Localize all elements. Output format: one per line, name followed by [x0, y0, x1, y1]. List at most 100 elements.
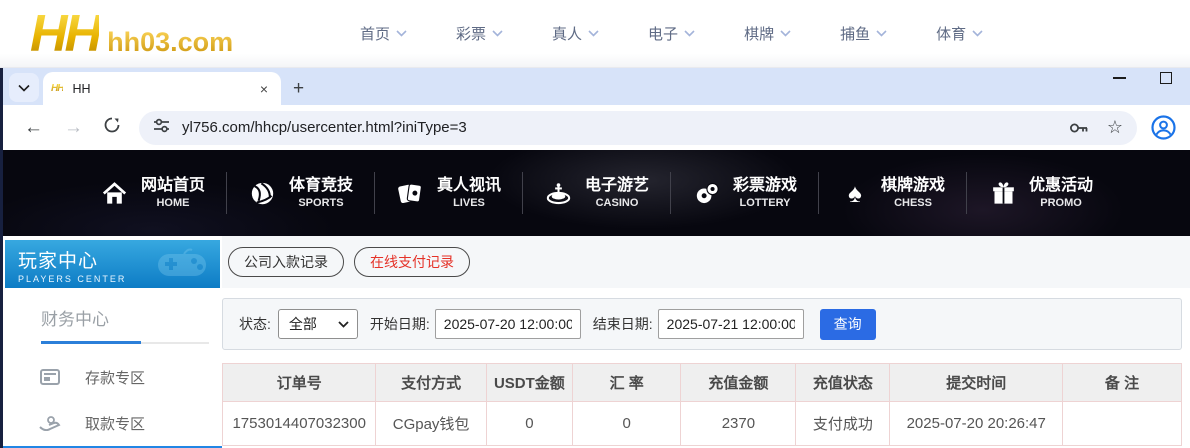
main-nav-zh: 网站首页	[141, 176, 205, 196]
chevron-down-icon	[780, 30, 791, 37]
tab-favicon-icon: HH	[51, 83, 63, 94]
status-select-value: 全部	[289, 314, 317, 334]
bookmark-star-icon[interactable]: ☆	[1107, 117, 1123, 138]
reload-button[interactable]	[103, 116, 121, 139]
logo-domain: hh03.com	[107, 27, 233, 58]
end-date-label: 结束日期:	[593, 314, 653, 334]
forward-button[interactable]: →	[64, 118, 83, 137]
main-nav-en: HOME	[141, 196, 205, 210]
col-payment-method: 支付方式	[376, 364, 486, 402]
main-nav-promo[interactable]: 优惠活动 PROMO	[967, 176, 1114, 210]
col-recharge-amount: 充值金额	[681, 364, 796, 402]
main-nav-en: CASINO	[585, 196, 649, 210]
chevron-down-icon	[588, 30, 599, 37]
main-nav-en: PROMO	[1029, 196, 1093, 210]
main-nav-lives[interactable]: 真人视讯 LIVES	[375, 176, 522, 210]
site-logo[interactable]: HH hh03.com	[30, 4, 233, 64]
section-divider	[41, 342, 209, 344]
close-tab-icon[interactable]: ×	[255, 80, 273, 98]
main-nav-en: CHESS	[881, 196, 945, 210]
chevron-down-icon	[338, 321, 349, 328]
banner-nav-live[interactable]: 真人	[552, 23, 599, 44]
banner-nav-fishing[interactable]: 捕鱼	[840, 23, 887, 44]
site-info-icon[interactable]	[153, 117, 170, 139]
sports-ball-icon	[248, 178, 278, 208]
cell-exchange-rate: 0	[573, 402, 681, 446]
browser-tab[interactable]: HH HH ×	[43, 72, 281, 105]
back-button[interactable]: ←	[24, 118, 43, 137]
search-button[interactable]: 查询	[820, 309, 876, 340]
tab-online-payment-records[interactable]: 在线支付记录	[354, 247, 470, 277]
cell-recharge-status: 支付成功	[796, 402, 890, 446]
finance-section-title: 财务中心	[41, 305, 222, 330]
chevron-down-icon	[18, 84, 30, 92]
main-nav-lottery[interactable]: 彩票游戏 LOTTERY	[671, 176, 818, 210]
sidebar-item-withdraw[interactable]: 取款专区	[3, 400, 222, 446]
main-nav-zh: 棋牌游戏	[881, 176, 945, 196]
sidebar: 玩家中心 PLAYERS CENTER 财务中心	[3, 236, 222, 448]
banner-nav: 首页 彩票 真人 电子 棋牌 捕鱼 体育	[360, 0, 983, 67]
finance-section: 财务中心	[3, 288, 222, 344]
new-tab-button[interactable]: +	[293, 79, 304, 98]
main-nav-en: SPORTS	[289, 196, 353, 210]
payment-records-table: 订单号 支付方式 USDT金额 汇 率 充值金额 充值状态 提交时间 备 注 1…	[222, 363, 1182, 446]
window-controls	[1113, 72, 1172, 84]
lottery-balls-icon	[692, 178, 722, 208]
minimize-button[interactable]	[1113, 77, 1126, 79]
banner-nav-home[interactable]: 首页	[360, 23, 407, 44]
chevron-down-icon	[396, 30, 407, 37]
main-nav-casino[interactable]: 电子游艺 CASINO	[523, 176, 670, 210]
sidebar-item-label: 取款专区	[85, 413, 145, 434]
start-date-label: 开始日期:	[370, 314, 430, 334]
sidebar-item-label: 存款专区	[85, 367, 145, 388]
cell-remark	[1063, 402, 1182, 446]
site-main-nav: 网站首页 HOME 体育竞技 SPORTS	[3, 150, 1190, 236]
end-date-input[interactable]	[658, 309, 804, 339]
status-label: 状态:	[239, 314, 271, 334]
main-nav-zh: 真人视讯	[437, 176, 501, 196]
browser-tabstrip: HH HH × +	[3, 68, 1190, 105]
browser-toolbar: ← → yl756.com/hhcp/usercenter.html?iniTy…	[3, 105, 1190, 150]
sidebar-item-deposit[interactable]: 存款专区	[3, 354, 222, 400]
chevron-down-icon	[876, 30, 887, 37]
spade-icon: ♠	[840, 178, 870, 208]
url-text[interactable]: yl756.com/hhcp/usercenter.html?iniType=3	[182, 119, 1051, 136]
banner-nav-sports[interactable]: 体育	[936, 23, 983, 44]
site-banner: HH hh03.com 首页 彩票 真人 电子 棋牌 捕鱼 体育	[0, 0, 1190, 68]
col-submit-time: 提交时间	[890, 364, 1063, 402]
tab-company-deposit-records[interactable]: 公司入款记录	[228, 247, 344, 277]
filter-panel: 状态: 全部 开始日期: 结束日期: 查询	[222, 298, 1182, 350]
banner-nav-label: 彩票	[456, 23, 486, 44]
password-key-icon[interactable]	[1069, 121, 1089, 135]
main-panel: 公司入款记录 在线支付记录 状态: 全部 开始日期: 结束日期: 查询 订单号	[222, 236, 1190, 448]
main-nav-chess[interactable]: ♠ 棋牌游戏 CHESS	[819, 176, 966, 210]
cell-usdt-amount: 0	[486, 402, 572, 446]
tab-search-button[interactable]	[9, 73, 39, 102]
main-nav-sports[interactable]: 体育竞技 SPORTS	[227, 176, 374, 210]
browser-window: HH HH × + ← →	[0, 68, 1190, 448]
start-date-input[interactable]	[435, 309, 581, 339]
banner-nav-lottery[interactable]: 彩票	[456, 23, 503, 44]
main-nav-zh: 体育竞技	[289, 176, 353, 196]
deposit-machine-icon	[39, 369, 61, 385]
roulette-icon	[544, 178, 574, 208]
banner-nav-slots[interactable]: 电子	[648, 23, 695, 44]
maximize-button[interactable]	[1160, 72, 1172, 84]
banner-nav-label: 体育	[936, 23, 966, 44]
col-remark: 备 注	[1063, 364, 1182, 402]
playing-cards-icon	[396, 178, 426, 208]
gift-icon	[988, 178, 1018, 208]
banner-nav-chess[interactable]: 棋牌	[744, 23, 791, 44]
col-recharge-status: 充值状态	[796, 364, 890, 402]
profile-avatar[interactable]	[1151, 115, 1176, 140]
address-bar[interactable]: yl756.com/hhcp/usercenter.html?iniType=3…	[139, 111, 1137, 145]
hand-money-icon	[39, 416, 61, 431]
status-select[interactable]: 全部	[278, 309, 358, 339]
logo-text: HH	[30, 4, 99, 64]
banner-nav-label: 电子	[648, 23, 678, 44]
banner-nav-label: 棋牌	[744, 23, 774, 44]
chevron-down-icon	[684, 30, 695, 37]
main-nav-home[interactable]: 网站首页 HOME	[79, 176, 226, 210]
col-exchange-rate: 汇 率	[573, 364, 681, 402]
table-row: 1753014407032300 CGpay钱包 0 0 2370 支付成功 2…	[223, 402, 1182, 446]
